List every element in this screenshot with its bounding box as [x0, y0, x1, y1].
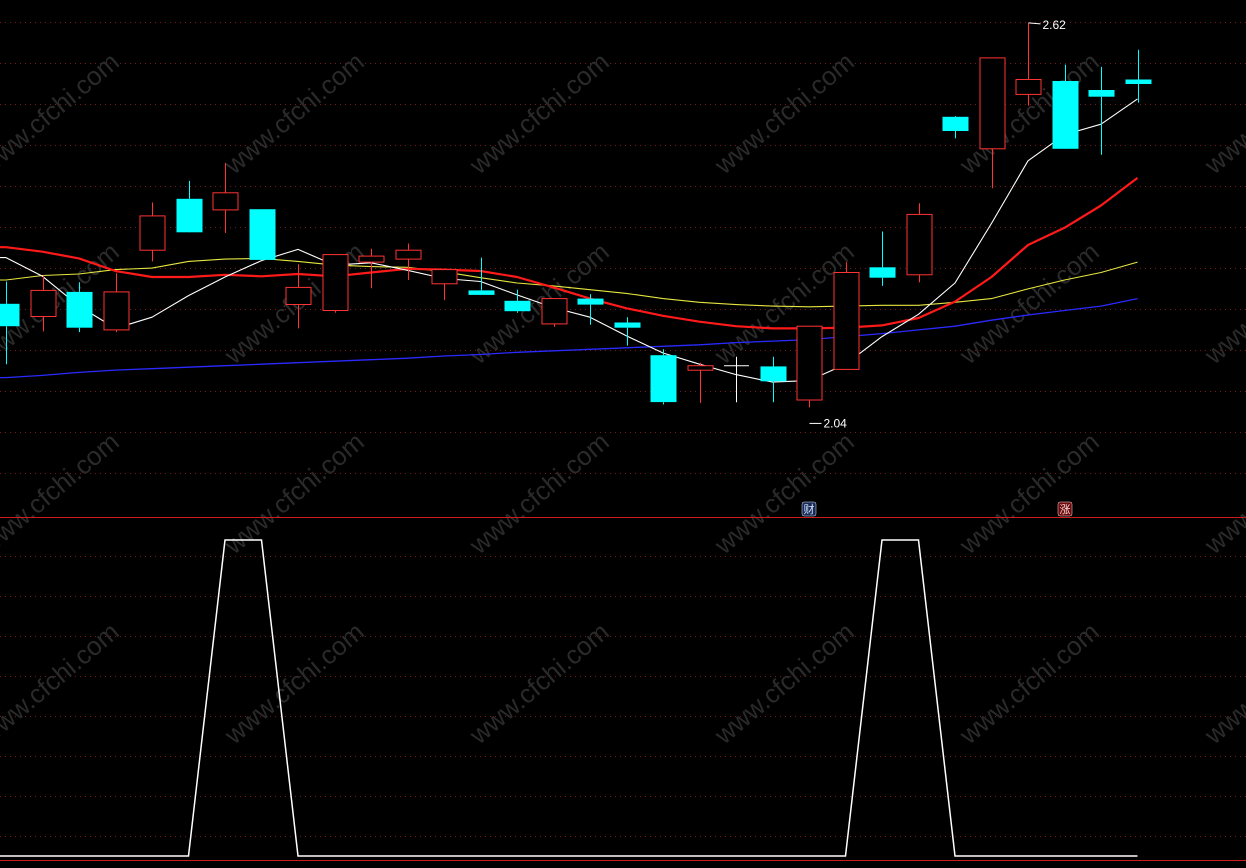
candle — [796, 325, 823, 408]
candle-body — [322, 254, 349, 312]
candle-body — [760, 366, 787, 382]
chart-area: www.cfchi.com www.cfchi.com www.cfchi.com w… — [0, 0, 1246, 863]
watermark-text: www.cfchi.com — [218, 46, 370, 180]
high-price-label: 2.62 — [1043, 18, 1067, 32]
candle-body — [577, 298, 604, 305]
candle — [322, 254, 349, 313]
candle-body — [212, 192, 239, 211]
watermark-text: www.cfchi.com — [1198, 236, 1246, 370]
candle-body — [614, 322, 641, 328]
candle — [833, 262, 860, 370]
candle-body — [103, 291, 130, 331]
watermark-text: www.cfchi.com — [1198, 46, 1246, 180]
candle-body — [650, 355, 677, 403]
candle — [176, 180, 203, 233]
watermark-layer: www.cfchi.com www.cfchi.com www.cfchi.com w… — [0, 46, 1246, 750]
candle — [869, 231, 896, 286]
candle-body — [833, 272, 860, 370]
watermark-text: www.cfchi.com — [463, 46, 615, 180]
cai-marker-label: 财 — [804, 502, 815, 516]
watermark-text: www.cfchi.com — [0, 616, 125, 750]
kline-chart: www.cfchi.com www.cfchi.com www.cfchi.com w… — [0, 18, 1246, 861]
candle — [1015, 22, 1042, 106]
candle — [906, 203, 933, 283]
candle — [650, 349, 677, 405]
candle-body — [541, 298, 568, 325]
watermark-text: www.cfchi.com — [0, 46, 125, 180]
candle-body — [431, 269, 458, 285]
candle — [687, 362, 714, 403]
candle — [1125, 49, 1152, 103]
candle-body — [1125, 79, 1152, 84]
candle-body — [979, 57, 1006, 150]
high-price-pointer — [1028, 22, 1041, 25]
candle-body — [285, 286, 312, 305]
indicator-line — [0, 539, 1138, 857]
candle-body — [687, 365, 714, 371]
candle — [760, 356, 787, 403]
watermark-text: www.cfchi.com — [953, 426, 1105, 560]
candle — [395, 243, 422, 280]
candle — [541, 298, 568, 327]
candle — [1088, 66, 1115, 155]
candle-body — [869, 267, 896, 278]
indicator-panel — [0, 539, 1246, 861]
candle-body — [1015, 79, 1042, 95]
candle — [431, 269, 458, 301]
candle-body — [942, 116, 969, 131]
candle-body — [1088, 90, 1115, 97]
watermark-text: www.cfchi.com — [708, 426, 860, 560]
candle-body — [176, 198, 203, 233]
candle-body — [66, 291, 93, 328]
candle-body — [468, 290, 495, 295]
candle-body — [906, 213, 933, 276]
candle-body — [139, 215, 166, 251]
zhang-marker-label: 涨 — [1060, 503, 1071, 516]
watermark-text: www.cfchi.com — [0, 426, 125, 560]
candle-body — [796, 325, 823, 401]
candle — [942, 116, 969, 139]
candle-body — [249, 209, 276, 260]
candle-body — [1052, 81, 1079, 149]
candle-body — [504, 300, 531, 312]
candle — [103, 273, 130, 333]
candle-body — [358, 255, 385, 263]
candle-body — [395, 249, 422, 260]
candle-body — [30, 289, 57, 317]
watermark-text: www.cfchi.com — [1198, 426, 1246, 560]
low-price-label: 2.04 — [824, 416, 848, 430]
candle — [139, 202, 166, 262]
candle — [577, 294, 604, 325]
candle-body — [0, 303, 20, 327]
candle — [249, 209, 276, 260]
watermark-text: www.cfchi.com — [708, 46, 860, 180]
watermark-text: www.cfchi.com — [953, 236, 1105, 370]
watermark-text: www.cfchi.com — [463, 426, 615, 560]
